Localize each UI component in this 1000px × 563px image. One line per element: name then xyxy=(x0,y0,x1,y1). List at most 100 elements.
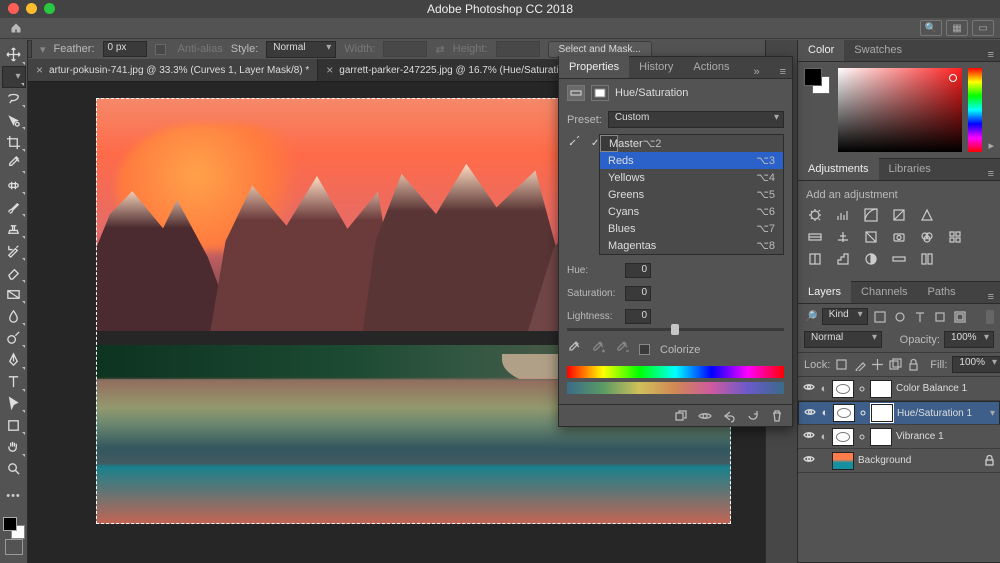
tab-channels[interactable]: Channels xyxy=(851,281,917,303)
dropdown-option-blues[interactable]: Blues⌥7 xyxy=(600,220,783,237)
filter-shape-icon[interactable] xyxy=(932,310,948,324)
panel-expand-icon[interactable]: » xyxy=(747,66,765,78)
layer-row[interactable]: Background xyxy=(798,449,1000,473)
gradient-map-icon[interactable] xyxy=(890,251,908,267)
spot-healing-brush-tool[interactable] xyxy=(2,175,26,197)
tab-history[interactable]: History xyxy=(629,56,683,78)
exposure-icon[interactable] xyxy=(890,207,908,223)
search-docs-icon[interactable]: 🔍 xyxy=(920,20,942,36)
lasso-tool[interactable] xyxy=(2,88,26,110)
layer-filter-kind[interactable]: Kind xyxy=(822,308,868,325)
quick-selection-tool[interactable] xyxy=(2,109,26,131)
feather-input[interactable]: 0 px xyxy=(103,41,147,57)
tab-paths[interactable]: Paths xyxy=(918,281,966,303)
lock-pixels-icon[interactable] xyxy=(835,358,848,371)
tab-color[interactable]: Color xyxy=(798,39,844,61)
properties-panel[interactable]: Properties History Actions » ≡ Hue/Satur… xyxy=(558,56,793,427)
quick-mask-button[interactable] xyxy=(5,539,23,555)
posterize-icon[interactable] xyxy=(834,251,852,267)
layer-row[interactable]: ◐ Color Balance 1 xyxy=(798,377,1000,401)
hue-saturation-icon[interactable] xyxy=(806,229,824,245)
rectangle-tool[interactable] xyxy=(2,414,26,436)
visibility-icon[interactable] xyxy=(803,406,817,421)
lightness-slider[interactable] xyxy=(567,328,784,331)
history-brush-tool[interactable] xyxy=(2,240,26,262)
layer-mask-thumb[interactable] xyxy=(871,404,893,422)
toggle-visibility-icon[interactable] xyxy=(698,409,712,423)
layer-row[interactable]: ◐ Hue/Saturation 1 xyxy=(798,401,1000,425)
panel-menu-icon[interactable]: ≡ xyxy=(982,291,1000,303)
layer-mask-thumb[interactable] xyxy=(870,380,892,398)
path-selection-tool[interactable] xyxy=(2,393,26,415)
fill-input[interactable]: 100% xyxy=(952,356,1000,373)
brightness-contrast-icon[interactable] xyxy=(806,207,824,223)
blend-mode-select[interactable]: Normal xyxy=(804,331,882,348)
opacity-input[interactable]: 100% xyxy=(944,331,994,348)
colorize-checkbox[interactable] xyxy=(639,344,650,355)
layer-thumb-icon[interactable] xyxy=(832,452,854,470)
vibrance-icon[interactable] xyxy=(918,207,936,223)
color-fgbg-swatch[interactable] xyxy=(804,68,832,152)
minimize-window-button[interactable] xyxy=(26,3,37,14)
tab-actions[interactable]: Actions xyxy=(683,56,739,78)
close-tab-icon[interactable]: × xyxy=(326,63,333,77)
selective-color-icon[interactable] xyxy=(918,251,936,267)
tab-layers[interactable]: Layers xyxy=(798,281,851,303)
pen-tool[interactable] xyxy=(2,349,26,371)
gradient-tool[interactable] xyxy=(2,284,26,306)
style-select[interactable]: Normal xyxy=(266,41,336,58)
panel-menu-icon[interactable]: ≡ xyxy=(982,49,1000,61)
channel-dropdown[interactable]: Master⌥2 Reds⌥3 Yellows⌥4 Greens⌥5 Cyans… xyxy=(599,134,784,255)
lock-move-icon[interactable] xyxy=(871,358,884,371)
photo-filter-icon[interactable] xyxy=(890,229,908,245)
eraser-tool[interactable] xyxy=(2,262,26,284)
dropdown-option-magentas[interactable]: Magentas⌥8 xyxy=(600,237,783,254)
workspace-switcher-icon[interactable]: ▭ xyxy=(972,20,994,36)
previous-state-icon[interactable] xyxy=(722,409,736,423)
trash-icon[interactable] xyxy=(770,409,784,423)
dropdown-option-yellows[interactable]: Yellows⌥4 xyxy=(600,169,783,186)
hue-value[interactable]: 0 xyxy=(625,263,651,278)
tab-adjustments[interactable]: Adjustments xyxy=(798,158,879,180)
select-and-mask-button[interactable]: Select and Mask... xyxy=(548,41,652,58)
eyedropper-icon[interactable] xyxy=(567,341,581,358)
tab-swatches[interactable]: Swatches xyxy=(844,39,912,61)
brush-tool[interactable] xyxy=(2,196,26,218)
channel-mixer-icon[interactable] xyxy=(918,229,936,245)
mask-icon[interactable] xyxy=(591,85,609,101)
clip-to-layer-icon[interactable] xyxy=(674,409,688,423)
color-field[interactable] xyxy=(838,68,962,152)
foreground-background-swatch[interactable] xyxy=(3,517,25,539)
document-tab-1[interactable]: × artur-pokusin-741.jpg @ 33.3% (Curves … xyxy=(28,59,318,81)
eyedropper-minus-icon[interactable] xyxy=(615,341,629,358)
blur-tool[interactable] xyxy=(2,305,26,327)
filter-adjustment-icon[interactable] xyxy=(892,310,908,324)
type-tool[interactable] xyxy=(2,371,26,393)
crop-tool[interactable] xyxy=(2,131,26,153)
close-tab-icon[interactable]: × xyxy=(36,63,43,77)
hand-tool[interactable] xyxy=(2,436,26,458)
lock-nested-icon[interactable] xyxy=(889,358,902,371)
dropdown-option-master[interactable]: Master⌥2 xyxy=(600,135,618,152)
panel-menu-icon[interactable]: ≡ xyxy=(982,168,1000,180)
zoom-window-button[interactable] xyxy=(44,3,55,14)
layer-row[interactable]: ◐ Vibrance 1 xyxy=(798,425,1000,449)
lightness-value[interactable]: 0 xyxy=(625,309,651,324)
layer-thumb-icon[interactable] xyxy=(832,428,854,446)
hue-slider[interactable] xyxy=(968,68,982,152)
dodge-tool[interactable] xyxy=(2,327,26,349)
targeted-adjust-icon[interactable] xyxy=(567,132,583,151)
edit-toolbar-button[interactable]: ••• xyxy=(2,486,26,508)
levels-icon[interactable] xyxy=(834,207,852,223)
curves-icon[interactable] xyxy=(862,207,880,223)
rectangular-marquee-tool[interactable] xyxy=(2,66,26,88)
invert-icon[interactable] xyxy=(806,251,824,267)
filter-toggle[interactable] xyxy=(986,310,994,324)
arrange-documents-icon[interactable]: ▦ xyxy=(946,20,968,36)
close-window-button[interactable] xyxy=(8,3,19,14)
home-icon[interactable] xyxy=(6,18,26,38)
preset-select[interactable]: Custom xyxy=(608,111,784,128)
dropdown-option-reds[interactable]: Reds⌥3 xyxy=(600,152,783,169)
layer-thumb-icon[interactable] xyxy=(833,404,855,422)
filter-type-icon[interactable] xyxy=(912,310,928,324)
